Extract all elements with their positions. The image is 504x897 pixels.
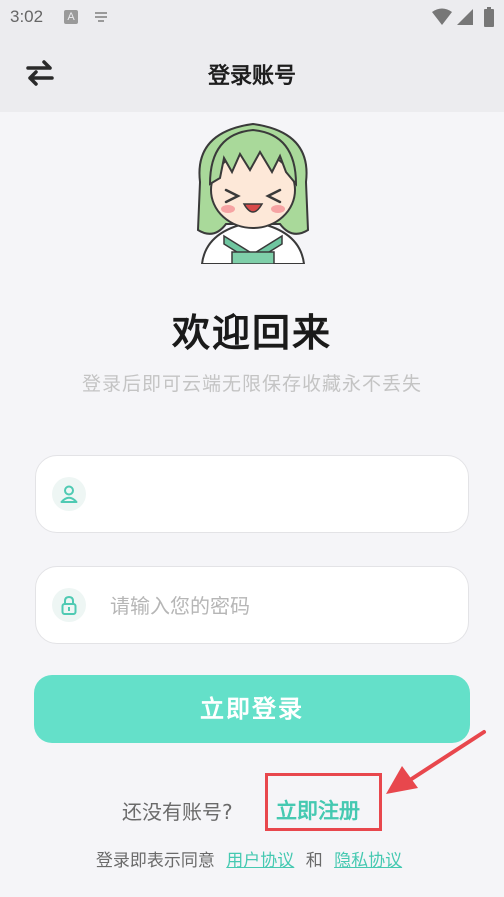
status-bar: 3:02 A xyxy=(0,0,504,34)
battery-icon xyxy=(484,7,494,27)
password-input[interactable] xyxy=(108,585,452,627)
agreement-text: 登录即表示同意 用户协议 和 隐私协议 xyxy=(0,846,504,871)
wifi-icon xyxy=(432,8,452,25)
username-field[interactable] xyxy=(35,455,469,533)
register-row: 还没有账号? 立即注册 xyxy=(0,793,504,827)
agreement-prefix: 登录即表示同意 xyxy=(95,851,215,871)
notification-a-icon: A xyxy=(64,10,78,24)
lock-icon xyxy=(52,588,86,622)
register-question: 还没有账号? xyxy=(122,800,233,824)
cast-icon xyxy=(95,12,107,22)
password-field[interactable] xyxy=(35,566,469,644)
user-icon xyxy=(52,477,86,511)
username-input[interactable] xyxy=(108,474,452,516)
top-app-bar: 登录账号 xyxy=(0,34,504,112)
status-time: 3:02 xyxy=(10,7,44,26)
user-agreement-link[interactable]: 用户协议 xyxy=(226,851,294,871)
signal-icon xyxy=(457,9,473,25)
annotation-arrow-icon xyxy=(386,730,486,794)
agreement-and: 和 xyxy=(305,851,323,871)
welcome-title: 欢迎回来 xyxy=(171,311,332,355)
welcome-subtitle: 登录后即可云端无限保存收藏永不丢失 xyxy=(81,373,422,395)
privacy-policy-link[interactable]: 隐私协议 xyxy=(334,851,402,871)
page-title: 登录账号 xyxy=(207,64,296,89)
annotation-highlight-box xyxy=(265,773,382,831)
anime-girl-avatar xyxy=(196,122,310,264)
